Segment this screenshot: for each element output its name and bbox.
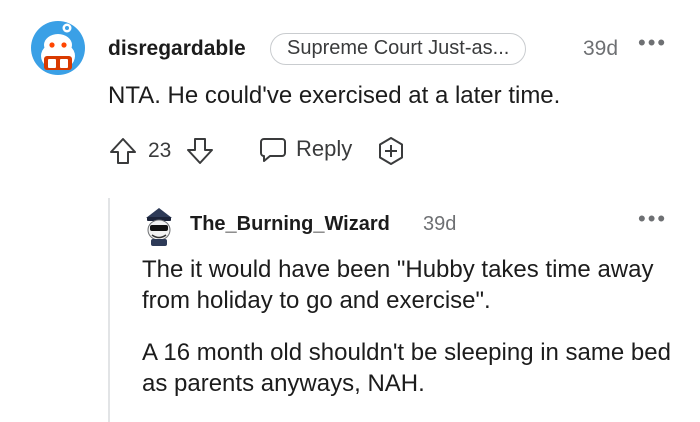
timestamp: 39d [583,37,619,60]
reply-label: Reply [296,136,353,161]
award-plus-icon [376,136,406,166]
user-flair: Supreme Court Just-as... [270,33,527,65]
more-options-icon[interactable]: ••• [638,206,667,232]
arrow-down-icon [185,136,215,166]
username[interactable]: The_Burning_Wizard [190,213,390,236]
award-button[interactable] [376,136,406,166]
comment-body: NTA. He could've exercised at a later ti… [108,82,561,109]
avatar[interactable] [30,20,86,76]
more-options-icon[interactable]: ••• [638,30,667,56]
comment-actions: 23 Reply [108,133,438,169]
downvote-button[interactable] [185,136,215,166]
timestamp: 39d [423,213,457,235]
thread-line[interactable] [108,198,110,422]
comment-body-paragraph: A 16 month old shouldn't be sleeping in … [142,339,671,397]
arrow-up-icon [108,136,138,166]
username[interactable]: disregardable [108,37,246,61]
reply-button[interactable]: Reply [258,134,352,164]
vote-score: 23 [148,139,172,162]
speech-bubble-icon [258,134,288,164]
avatar[interactable] [142,206,176,246]
comment-body-paragraph: The it would have been "Hubby takes time… [142,256,654,314]
upvote-button[interactable] [108,136,138,166]
